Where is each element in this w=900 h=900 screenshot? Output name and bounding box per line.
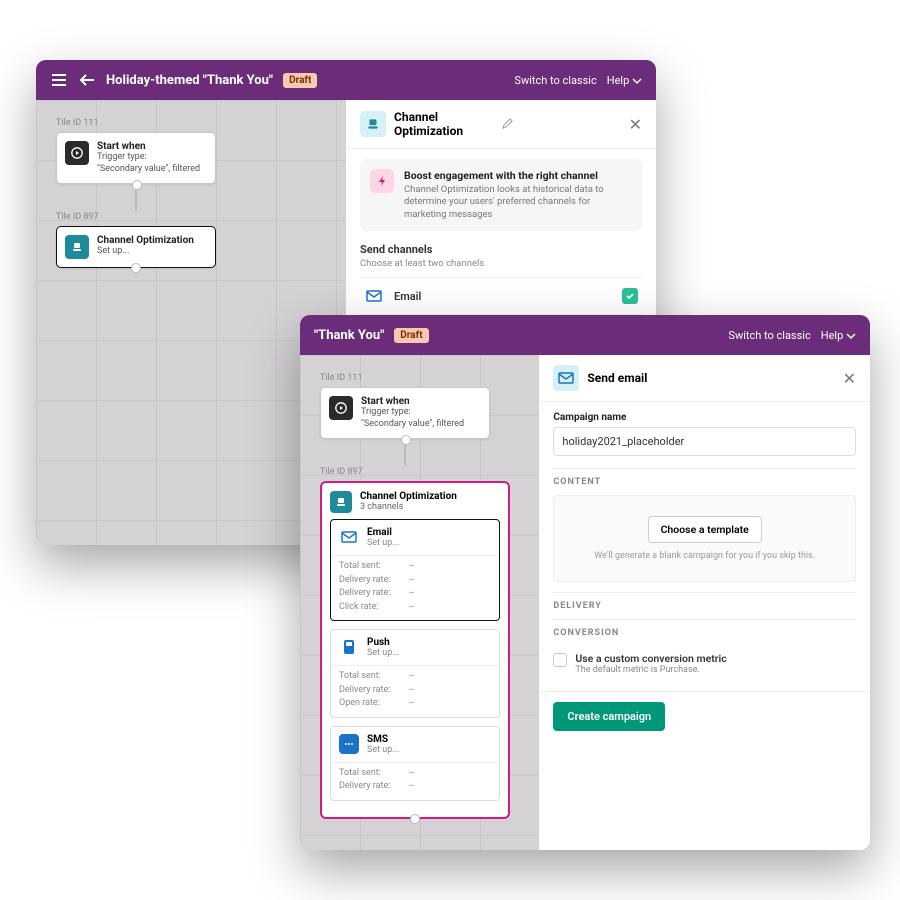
campaign-builder-window-front: "Thank You" Draft Switch to classic Help… bbox=[300, 315, 870, 850]
channel-optimization-tile[interactable]: Channel Optimization Set up... bbox=[56, 226, 216, 268]
tile-id-label: Tile ID 111 bbox=[56, 118, 326, 128]
play-icon bbox=[65, 141, 89, 165]
stats: Total sent:-- Delivery rate:-- bbox=[331, 762, 499, 800]
create-campaign-button[interactable]: Create campaign bbox=[553, 702, 665, 731]
close-icon[interactable]: ✕ bbox=[843, 369, 856, 388]
conversion-section-heading: CONVERSION bbox=[553, 619, 856, 646]
tile-id-label: Tile ID 897 bbox=[320, 467, 519, 477]
add-node-handle[interactable] bbox=[410, 814, 420, 824]
flow-canvas[interactable]: Tile ID 111 Start when Trigger type: "Se… bbox=[300, 355, 539, 850]
trigger-tile[interactable]: Start when Trigger type: "Secondary valu… bbox=[320, 387, 490, 439]
channel-icon bbox=[360, 111, 386, 137]
email-icon bbox=[553, 365, 579, 391]
template-picker: Choose a template We'll generate a blank… bbox=[553, 495, 856, 582]
channel-card-sms[interactable]: SMS Set up... Total sent:-- Delivery rat… bbox=[330, 726, 500, 801]
channel-icon bbox=[330, 491, 352, 513]
campaign-name-label: Campaign name bbox=[553, 412, 856, 423]
channel-card-push[interactable]: Push Set up... Total sent:-- Delivery ra… bbox=[330, 629, 500, 718]
connector bbox=[404, 439, 406, 465]
tile-id-label: Tile ID 111 bbox=[320, 373, 519, 383]
delivery-section-heading: DELIVERY bbox=[553, 592, 856, 619]
topbar: Holiday-themed "Thank You" Draft Switch … bbox=[36, 60, 656, 100]
choose-template-button[interactable]: Choose a template bbox=[648, 516, 762, 543]
status-badge: Draft bbox=[394, 328, 428, 343]
help-menu[interactable]: Help bbox=[821, 329, 856, 342]
back-icon[interactable] bbox=[78, 71, 96, 89]
menu-icon[interactable] bbox=[50, 71, 68, 89]
stats: Total sent:-- Delivery rate:-- Delivery … bbox=[331, 555, 499, 620]
content-section-heading: CONTENT bbox=[553, 468, 856, 495]
add-node-handle[interactable] bbox=[131, 263, 141, 273]
sms-icon bbox=[339, 734, 359, 754]
custom-metric-checkbox[interactable]: Use a custom conversion metric The defau… bbox=[553, 646, 856, 681]
page-title: "Thank You" bbox=[314, 328, 384, 343]
channel-icon bbox=[65, 235, 89, 259]
play-icon bbox=[329, 396, 353, 420]
send-channels-heading: Send channels bbox=[360, 243, 642, 256]
page-title: Holiday-themed "Thank You" bbox=[106, 73, 273, 88]
connector bbox=[135, 184, 137, 210]
email-icon bbox=[339, 527, 359, 547]
channel-card-email[interactable]: Email Set up... Total sent:-- Delivery r… bbox=[330, 519, 500, 621]
close-icon[interactable]: ✕ bbox=[629, 115, 642, 134]
spark-icon bbox=[370, 169, 394, 193]
info-card: Boost engagement with the right channel … bbox=[360, 159, 642, 231]
email-icon bbox=[364, 286, 384, 306]
channel-optimization-tile[interactable]: Channel Optimization 3 channels Email Se… bbox=[320, 481, 510, 819]
edit-icon[interactable] bbox=[501, 115, 513, 134]
checkbox-icon[interactable] bbox=[622, 288, 638, 304]
campaign-name-input[interactable] bbox=[553, 427, 856, 456]
stats: Total sent:-- Delivery rate:-- Open rate… bbox=[331, 665, 499, 717]
trigger-tile[interactable]: Start when Trigger type: "Secondary valu… bbox=[56, 132, 216, 184]
tile-id-label: Tile ID 897 bbox=[56, 212, 326, 222]
status-badge: Draft bbox=[283, 73, 317, 88]
channel-row-email[interactable]: Email bbox=[360, 277, 642, 314]
help-menu[interactable]: Help bbox=[607, 74, 642, 87]
push-icon bbox=[339, 637, 359, 657]
switch-classic-link[interactable]: Switch to classic bbox=[728, 329, 810, 342]
send-email-panel: Send email ✕ Campaign name CONTENT Choos… bbox=[539, 355, 870, 850]
switch-classic-link[interactable]: Switch to classic bbox=[514, 74, 596, 87]
topbar: "Thank You" Draft Switch to classic Help bbox=[300, 315, 870, 355]
panel-title: Channel Optimization bbox=[394, 110, 493, 138]
panel-title: Send email bbox=[587, 371, 834, 385]
checkbox-icon[interactable] bbox=[553, 653, 567, 667]
